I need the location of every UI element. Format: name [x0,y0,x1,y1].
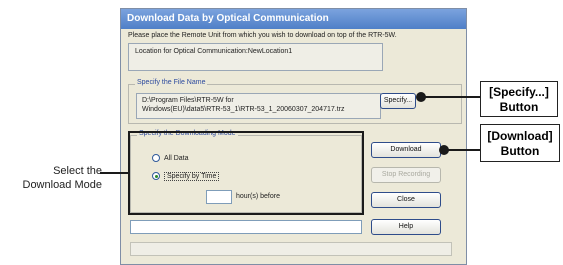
select-mode-pointer-line [100,172,130,174]
download-callout-line2: Button [500,144,540,158]
status-bar [130,242,452,256]
instruction-text: Please place the Remote Unit from which … [128,32,397,39]
download-mode-highlight [128,131,364,215]
select-mode-line2: Download Mode [22,179,103,191]
select-mode-line1: Select the [53,165,102,177]
file-name-group-label: Specify the File Name [135,79,208,86]
select-mode-label: Select the Download Mode [5,164,103,192]
location-field: Location for Optical Communication:NewLo… [128,43,383,71]
help-button[interactable]: Help [371,219,441,235]
file-path-field: D:\Program Files\RTR-5W for Windows(EU)\… [136,93,381,119]
download-pointer-line [447,149,480,151]
close-button[interactable]: Close [371,192,441,208]
download-callout-line1: [Download] [487,129,553,143]
file-path-line2: Windows(EU)\data5\RTR-53_1\RTR-53_1_2006… [142,106,345,113]
specify-pointer-line [424,96,480,98]
file-path-line1: D:\Program Files\RTR-5W for [142,97,234,104]
download-button[interactable]: Download [371,142,441,158]
download-callout: [Download] Button [480,124,560,162]
location-text: Location for Optical Communication:NewLo… [135,48,293,55]
specify-callout-line1: [Specify...] [489,85,549,99]
specify-callout-line2: Button [499,100,539,114]
specify-button[interactable]: Specify... [380,93,416,109]
specify-callout: [Specify...] Button [480,81,558,117]
bottom-input-field[interactable] [130,220,362,234]
dialog-title: Download Data by Optical Communication [121,9,466,29]
stop-recording-button[interactable]: Stop Recording [371,167,441,183]
